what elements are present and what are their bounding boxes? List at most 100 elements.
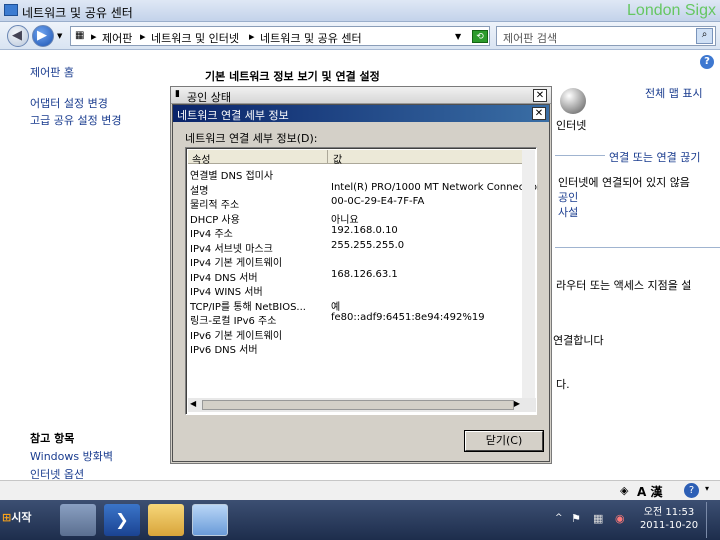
connect-disconnect-link[interactable]: 연결 또는 연결 끊기 <box>609 149 700 165</box>
network-icon: ▮ <box>175 89 180 99</box>
arrow-left-icon: ◀ <box>12 28 22 43</box>
column-header-value[interactable]: 값 <box>333 151 342 166</box>
property-name: 연결별 DNS 접미사 <box>190 171 274 182</box>
property-name: 설명 <box>190 185 209 197</box>
property-value: 192.168.0.10 <box>331 225 398 236</box>
column-header-property[interactable]: 속성 <box>192 151 210 166</box>
search-input[interactable]: 제어판 검색 ⌕ <box>496 26 716 46</box>
windows-firewall-link[interactable]: Windows 방화벽 <box>30 448 113 464</box>
property-name: IPv4 WINS 서버 <box>190 287 263 298</box>
window-title-bar: 네트워크 및 공유 센터 London Sigx <box>0 0 720 22</box>
powershell-icon[interactable]: ❯ <box>104 504 140 536</box>
details-dialog-close-icon[interactable]: ✕ <box>532 107 546 120</box>
options-icon[interactable]: ▾ <box>705 484 709 493</box>
globe-icon <box>560 88 586 114</box>
arrow-right-icon: ▶ <box>37 28 47 43</box>
breadcrumb-network-internet[interactable]: 네트워크 및 인터넷 <box>151 30 239 46</box>
network-type-public-link[interactable]: 공인 <box>558 189 578 205</box>
status-dialog-close-button[interactable]: ✕ <box>533 89 547 102</box>
property-name: IPv6 DNS 서버 <box>190 345 258 356</box>
trailing-text: 다. <box>556 378 570 391</box>
explorer-folder-icon[interactable] <box>148 504 184 536</box>
close-button[interactable]: 닫기(C) <box>464 430 544 452</box>
history-dropdown-icon[interactable]: ▼ <box>57 32 62 40</box>
show-desktop-button[interactable] <box>706 502 718 538</box>
vertical-scrollbar[interactable] <box>522 150 535 402</box>
search-placeholder: 제어판 검색 <box>503 32 558 45</box>
page-title: 기본 네트워크 정보 보기 및 연결 설정 <box>205 70 380 83</box>
start-button[interactable]: ⊞시작 <box>2 509 46 531</box>
section-divider <box>555 155 605 156</box>
scroll-thumb[interactable] <box>202 400 514 410</box>
breadcrumb-network-sharing-center[interactable]: 네트워크 및 공유 센터 <box>260 30 362 46</box>
connect-text: 연결합니다 <box>553 334 604 347</box>
property-value: 168.126.63.1 <box>331 268 398 280</box>
see-also-heading: 참고 항목 <box>30 432 75 445</box>
property-name: IPv4 기본 게이트웨이 <box>190 258 283 269</box>
start-label: 시작 <box>11 511 32 524</box>
status-dialog-title-bar: ▮ 공인 상태 ✕ <box>171 87 551 104</box>
internet-label: 인터넷 <box>556 119 587 132</box>
scroll-right-icon[interactable]: ▶ <box>514 399 520 408</box>
section-divider <box>555 247 720 248</box>
property-value: 255.255.255.0 <box>331 239 405 251</box>
volume-muted-icon[interactable]: ◉ <box>615 512 625 525</box>
property-value: 00-0C-29-E4-7F-FA <box>331 196 425 207</box>
details-dialog-title: 네트워크 연결 세부 정보 <box>177 109 289 122</box>
breadcrumb-separator: ▸ <box>140 30 146 43</box>
control-panel-taskbar-button[interactable] <box>192 504 228 536</box>
language-indicator[interactable]: A 漢 <box>637 483 662 500</box>
help-icon[interactable]: ? <box>700 55 714 69</box>
refresh-button[interactable]: ⟲ <box>472 30 488 43</box>
see-full-map-link[interactable]: 전체 맵 표시 <box>645 85 703 101</box>
address-box[interactable]: ▦ ▸ 제어판 ▸ 네트워크 및 인터넷 ▸ 네트워크 및 공유 센터 ▼ ⟲ <box>70 26 490 46</box>
watermark: London Sigx <box>627 2 716 19</box>
property-name: DHCP 사용 <box>190 214 240 226</box>
connection-status-text: 인터넷에 연결되어 있지 않음 <box>558 176 690 189</box>
address-bar: ◀ ▶ ▼ ▦ ▸ 제어판 ▸ 네트워크 및 인터넷 ▸ 네트워크 및 공유 센… <box>0 22 720 50</box>
network-icon <box>4 4 18 16</box>
status-dialog-title: 공인 상태 <box>187 91 231 104</box>
back-button[interactable]: ◀ <box>7 25 29 47</box>
property-value: 예 <box>331 301 341 313</box>
breadcrumb-control-panel[interactable]: 제어판 <box>102 30 132 46</box>
clock[interactable]: 오전 11:53 2011-10-20 <box>636 506 702 532</box>
language-bar: ◈ A 漢 ? ▾ <box>0 480 720 500</box>
clock-date: 2011-10-20 <box>639 520 699 531</box>
change-adapter-settings-link[interactable]: 어댑터 설정 변경 <box>30 95 108 111</box>
control-panel-home-link[interactable]: 제어판 홈 <box>30 64 74 80</box>
forward-button[interactable]: ▶ <box>32 25 54 47</box>
column-divider[interactable] <box>327 150 328 163</box>
address-dropdown-icon[interactable]: ▼ <box>455 32 461 41</box>
scroll-left-icon[interactable]: ◀ <box>190 399 196 408</box>
property-name: TCP/IP를 통해 NetBIOS... <box>190 301 306 313</box>
details-dialog-title-bar: 네트워크 연결 세부 정보 ✕ <box>173 105 549 122</box>
flag-icon[interactable]: ⚑ <box>571 512 581 525</box>
property-value: fe80::adf9:6451:8e94:492%19 <box>331 312 485 323</box>
search-icon[interactable]: ⌕ <box>696 28 713 44</box>
server-manager-icon[interactable] <box>60 504 96 536</box>
details-dialog: 네트워크 연결 세부 정보 ✕ 네트워크 연결 세부 정보(D): 속성 값 연… <box>172 104 550 462</box>
window-title: 네트워크 및 공유 센터 <box>22 6 133 20</box>
list-header: 속성 값 <box>188 150 524 166</box>
property-name: IPv4 DNS 서버 <box>190 272 258 284</box>
network-tray-icon[interactable]: ▦ <box>593 512 603 525</box>
help-icon[interactable]: ? <box>684 483 699 498</box>
windows-logo-icon: ⊞ <box>2 511 12 524</box>
property-value: 아니요 <box>331 214 359 226</box>
show-hidden-icons-icon[interactable]: ^ <box>555 513 563 523</box>
advanced-sharing-settings-link[interactable]: 고급 공유 설정 변경 <box>30 112 121 128</box>
property-name: IPv4 서브넷 마스크 <box>190 243 273 255</box>
taskbar: ⊞시작 ❯ ^ ⚑ ▦ ◉ 오전 11:53 2011-10-20 <box>0 500 720 540</box>
details-list[interactable]: 속성 값 연결별 DNS 접미사설명 Intel(R) PRO/1000 MT N… <box>185 147 538 415</box>
property-value: Intel(R) PRO/1000 MT Network Connection <box>331 181 538 193</box>
breadcrumb-separator: ▸ <box>91 30 97 43</box>
input-method-icon[interactable]: ◈ <box>620 484 628 497</box>
details-list-label: 네트워크 연결 세부 정보(D): <box>185 132 318 145</box>
network-type-private-link[interactable]: 사설 <box>558 204 578 220</box>
clock-time: 오전 11:53 <box>643 507 695 518</box>
horizontal-scrollbar[interactable]: ◀ ▶ <box>188 398 536 412</box>
property-name: IPv4 주소 <box>190 229 233 240</box>
router-setup-text: 라우터 또는 액세스 지점을 설 <box>556 279 692 292</box>
control-panel-icon: ▦ <box>75 30 85 41</box>
